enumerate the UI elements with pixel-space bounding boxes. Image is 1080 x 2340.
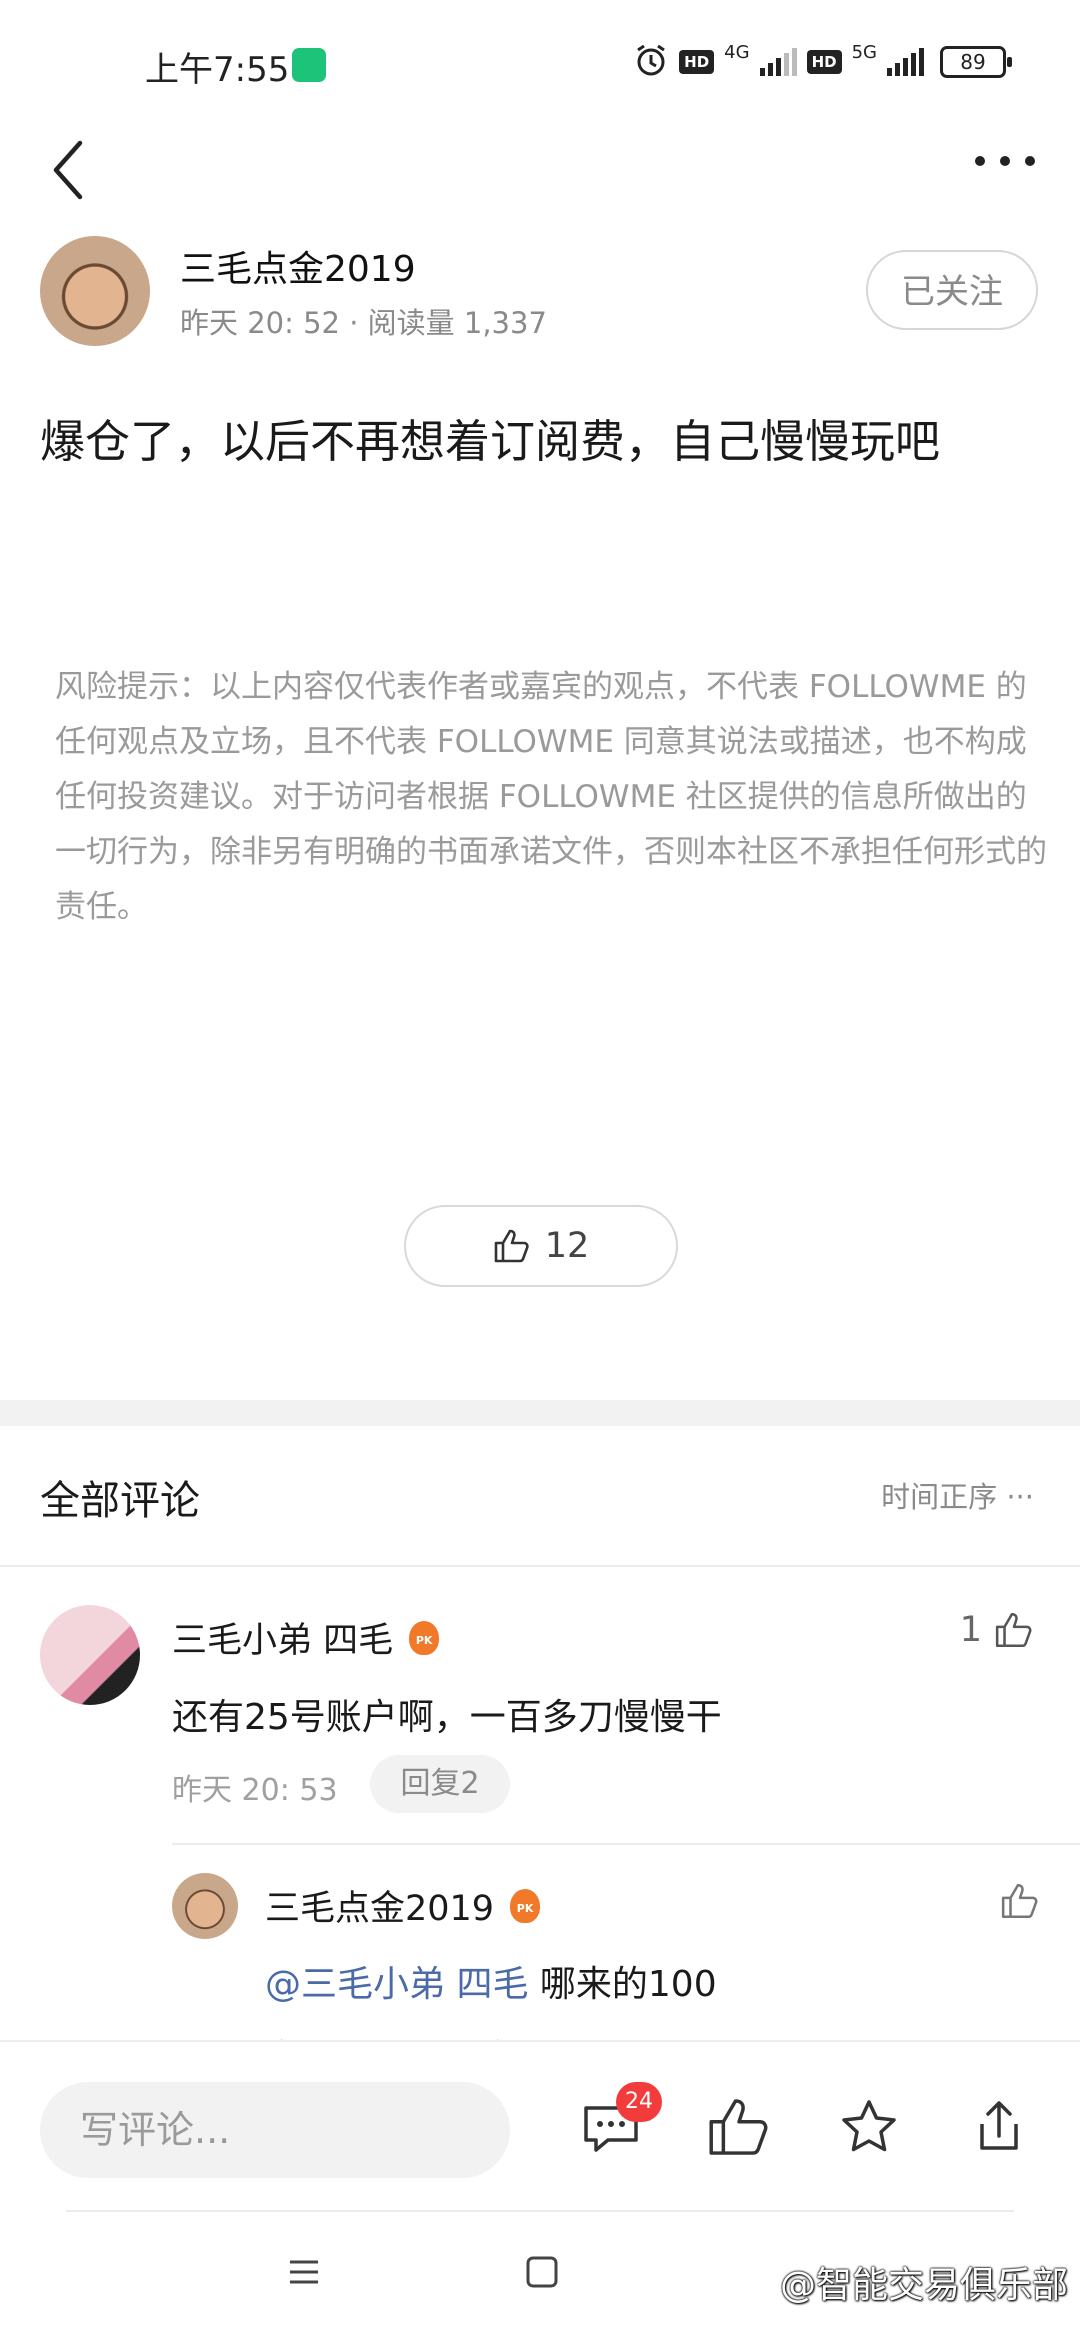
post-like-count: 12 xyxy=(544,1226,590,1266)
menu-icon xyxy=(290,2260,318,2284)
risk-disclaimer: 风险提示：以上内容仅代表作者或嘉宾的观点，不代表 FOLLOWME 的任何观点及… xyxy=(55,669,1047,925)
status-time: 上午7:55 xyxy=(145,50,290,90)
post-title: 爆仓了，以后不再想着订阅费，自己慢慢玩吧 xyxy=(40,415,941,468)
reply-body: 哪来的100 xyxy=(528,1964,717,2005)
more-button[interactable] xyxy=(970,145,1040,185)
alarm-icon xyxy=(633,42,669,83)
post-like-button[interactable]: 12 xyxy=(404,1205,678,1287)
comment-like-button[interactable]: 1 xyxy=(960,1610,1034,1650)
battery-icon: 89 xyxy=(940,46,1012,78)
reply-divider xyxy=(172,1843,1080,1845)
comment-like-count: 1 xyxy=(959,1610,982,1650)
shield-icon xyxy=(292,48,326,82)
reply-avatar[interactable] xyxy=(172,1873,238,1939)
nav-home-button[interactable] xyxy=(524,2254,560,2294)
signal-icon-2 xyxy=(887,48,924,76)
author-name[interactable]: 三毛点金2019 xyxy=(180,240,416,292)
comment-time: 昨天 20: 53 xyxy=(172,1773,338,1808)
reply-like-button[interactable] xyxy=(1000,1882,1040,1924)
follow-button[interactable]: 已关注 xyxy=(866,250,1038,330)
post-meta: 昨天 20: 52 · 阅读量 1,337 xyxy=(180,306,547,340)
nav-menu-button[interactable] xyxy=(286,2254,322,2294)
status-indicators: HD 4G HD 5G 89 xyxy=(633,40,1012,84)
commenter-name-text: 三毛小弟 四毛 xyxy=(172,1621,394,1661)
signal-icon xyxy=(759,48,797,76)
hd-badge: HD xyxy=(679,50,715,74)
hd-badge-2: HD xyxy=(806,50,842,74)
view-replies-button[interactable]: 回复2 xyxy=(370,1755,510,1813)
reply-author-name[interactable]: 三毛点金2019 PK xyxy=(265,1880,541,1931)
favorite-button[interactable] xyxy=(836,2094,902,2160)
thumbs-up-icon xyxy=(995,1612,1032,1648)
comment-text: 还有25号账户啊，一百多刀慢慢干 xyxy=(172,1697,722,1738)
like-button[interactable] xyxy=(706,2094,772,2160)
author-avatar[interactable] xyxy=(40,236,150,346)
network-type: 4G xyxy=(724,41,750,63)
home-square-icon xyxy=(526,2256,558,2288)
comments-title: 全部评论 xyxy=(40,1478,200,1524)
comments-header-divider xyxy=(0,1565,1080,1567)
pk-badge-icon: PK xyxy=(409,1620,440,1655)
commenter-name[interactable]: 三毛小弟 四毛 PK xyxy=(172,1612,440,1663)
chevron-left-icon xyxy=(53,140,83,200)
sort-order-button[interactable]: 时间正序 ··· xyxy=(881,1474,1034,1516)
commenter-avatar[interactable] xyxy=(40,1605,140,1705)
mention-link[interactable]: @三毛小弟 四毛 xyxy=(265,1964,528,2005)
comment-count-badge: 24 xyxy=(616,2082,662,2122)
thumbs-up-icon xyxy=(709,2099,768,2155)
share-button[interactable] xyxy=(966,2094,1032,2160)
thumbs-up-icon xyxy=(1001,1883,1038,1919)
share-icon xyxy=(980,2101,1018,2150)
pk-badge-icon: PK xyxy=(510,1888,541,1923)
reply-text: @三毛小弟 四毛 哪来的100 xyxy=(265,1955,717,2007)
watermark: @智能交易俱乐部 xyxy=(779,2265,1068,2306)
nav-divider xyxy=(66,2210,1014,2212)
star-icon xyxy=(842,2100,896,2152)
section-divider xyxy=(0,1400,1080,1426)
comment-input[interactable]: 写评论... xyxy=(40,2082,510,2178)
more-icon xyxy=(975,156,1035,166)
network-type-2: 5G xyxy=(851,41,877,63)
thumbs-up-icon xyxy=(494,1229,529,1263)
reply-author-text: 三毛点金2019 xyxy=(265,1889,495,1929)
back-button[interactable] xyxy=(44,135,94,205)
